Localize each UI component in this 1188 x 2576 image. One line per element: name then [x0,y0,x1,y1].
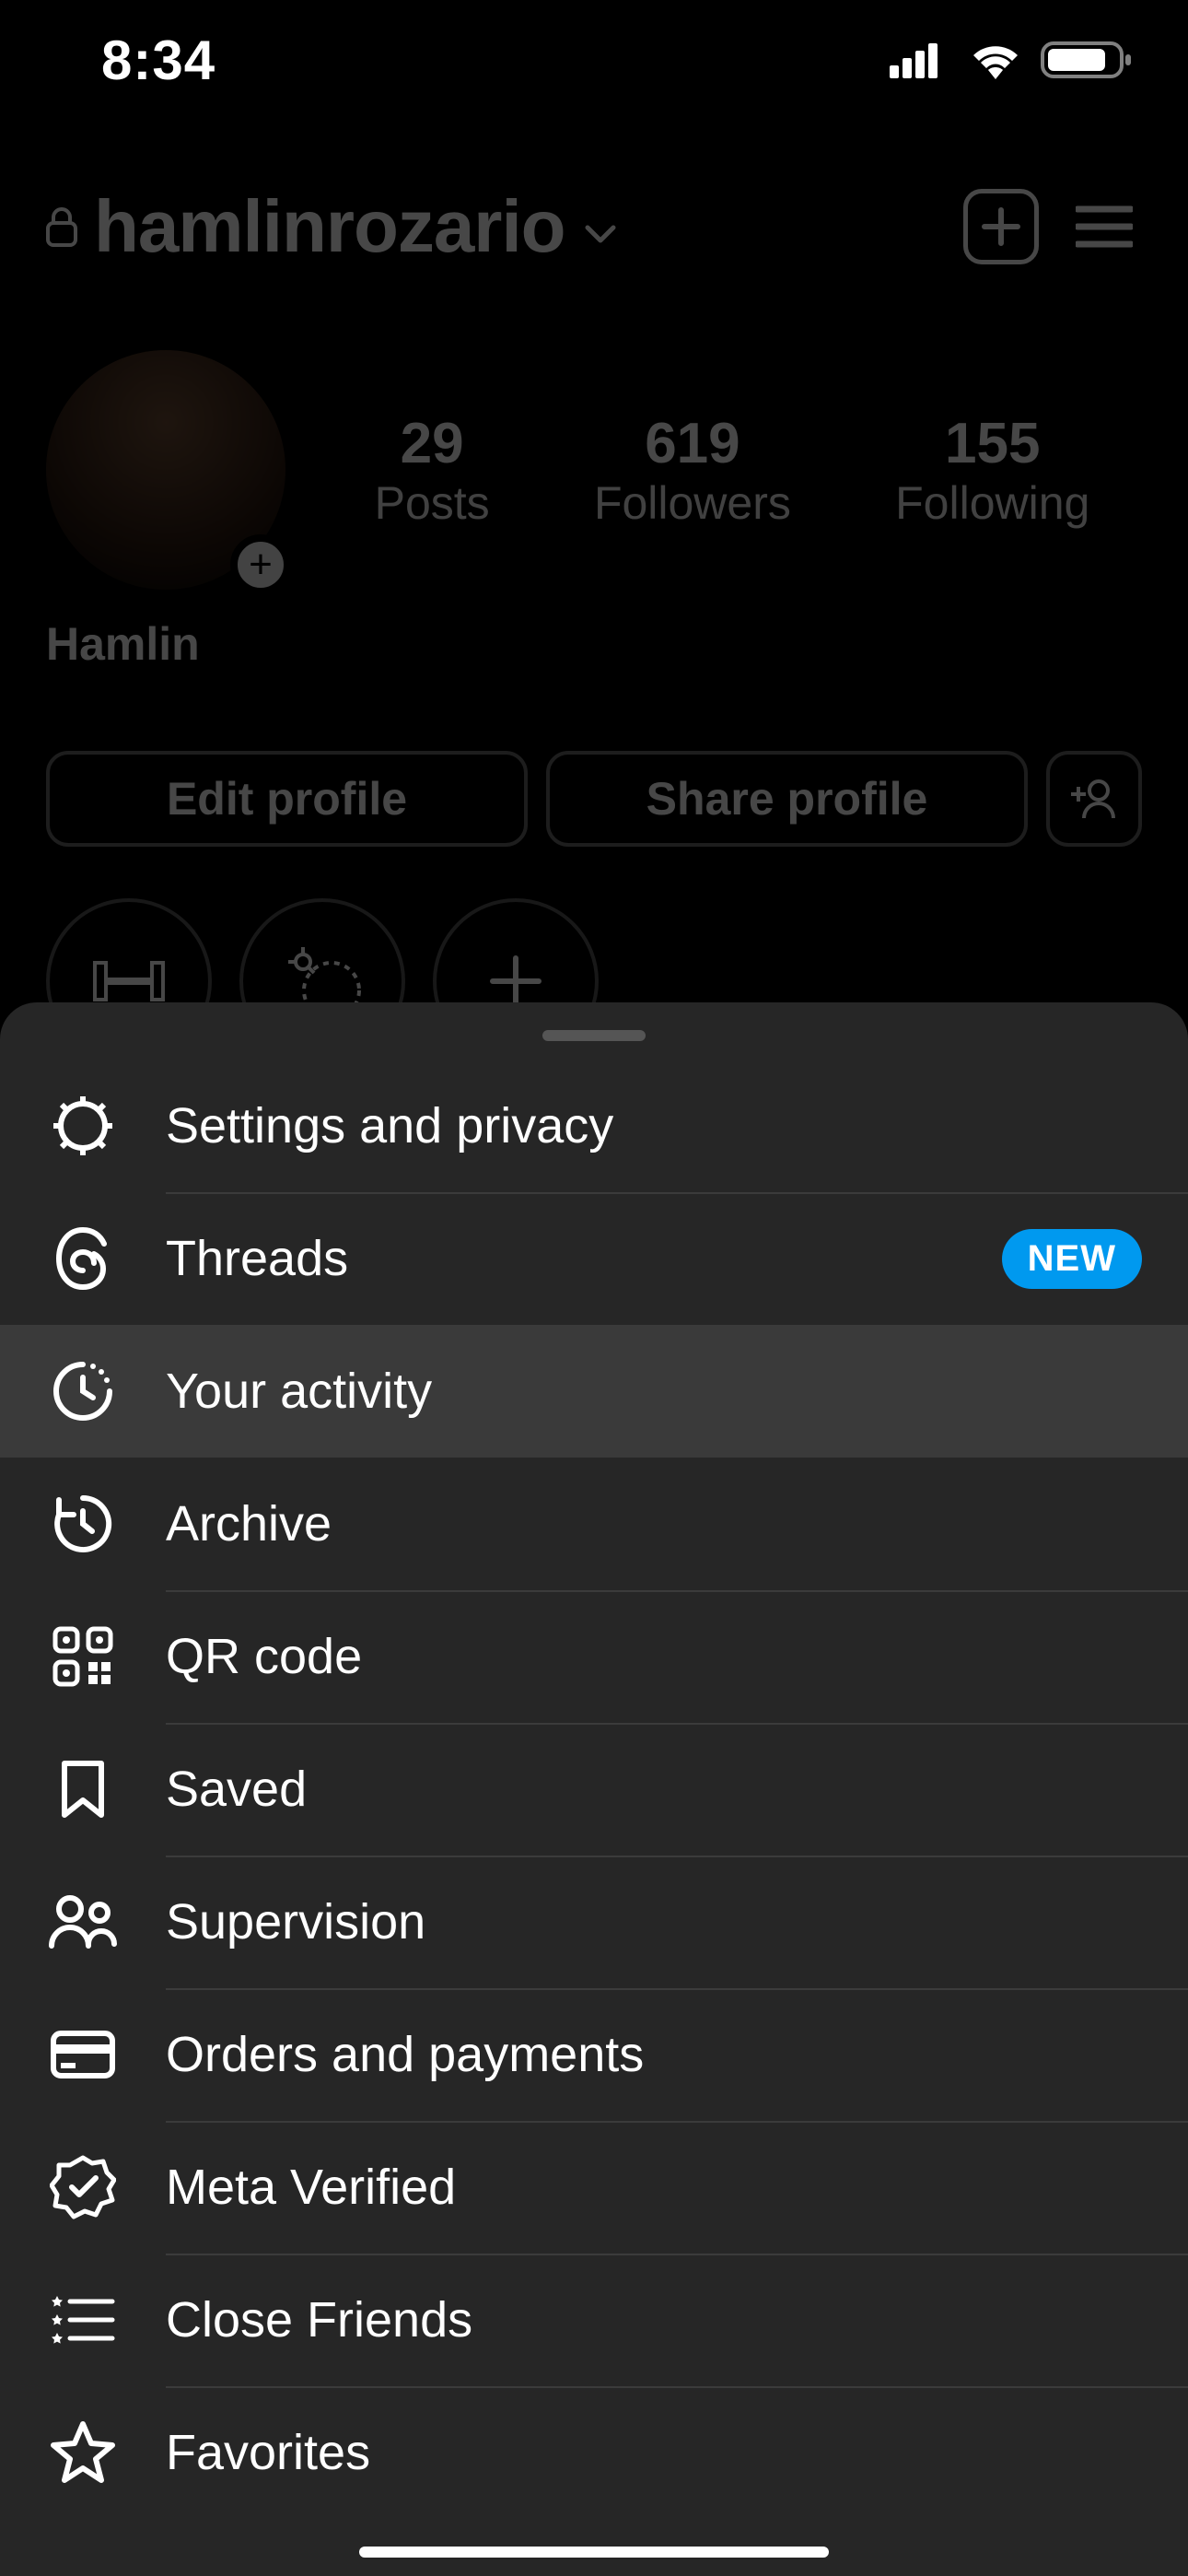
menu-item-label: Saved [166,1761,307,1818]
following-label: Following [895,476,1089,530]
create-button[interactable] [963,189,1039,264]
activity-icon [46,1354,120,1428]
supervision-icon [46,1885,120,1959]
edit-profile-button[interactable]: Edit profile [46,751,528,847]
display-name: Hamlin [46,617,200,671]
menu-item-close-friends[interactable]: Close Friends [0,2254,1188,2386]
posts-count: 29 [375,411,490,476]
profile-stats: + 29 Posts 619 Followers 155 Following [0,350,1188,590]
profile-actions: Edit profile Share profile [46,751,1142,847]
menu-item-label: Meta Verified [166,2159,456,2216]
qr-icon [46,1620,120,1693]
profile-header: hamlinrozario [0,184,1188,269]
threads-icon [46,1222,120,1295]
menu-item-label: Close Friends [166,2291,472,2348]
menu-item-your-activity[interactable]: Your activity [0,1325,1188,1458]
star-icon [46,2416,120,2489]
menu-item-meta-verified[interactable]: Meta Verified [0,2121,1188,2254]
menu-item-label: Favorites [166,2424,370,2481]
menu-item-label: Archive [166,1495,332,1552]
dumbbell-icon [87,954,170,1009]
followers-label: Followers [594,476,791,530]
lock-icon [46,206,77,247]
menu-item-saved[interactable]: Saved [0,1723,1188,1856]
add-story-plus-icon[interactable]: + [230,534,291,595]
gear-icon [46,1089,120,1163]
menu-item-favorites[interactable]: Favorites [0,2386,1188,2519]
menu-list: Settings and privacy Threads NEW Your ac… [0,1060,1188,2519]
followers-count: 619 [594,411,791,476]
share-profile-button[interactable]: Share profile [546,751,1028,847]
menu-button[interactable] [1066,189,1142,264]
menu-item-label: Orders and payments [166,2026,644,2083]
close-friends-icon [46,2283,120,2357]
posts-stat[interactable]: 29 Posts [375,411,490,530]
menu-sheet: Settings and privacy Threads NEW Your ac… [0,1002,1188,2576]
following-stat[interactable]: 155 Following [895,411,1089,530]
archive-icon [46,1487,120,1561]
menu-item-threads[interactable]: Threads NEW [0,1192,1188,1325]
card-icon [46,2018,120,2091]
username-switcher[interactable]: hamlinrozario [94,184,565,269]
sheet-grabber[interactable] [542,1030,646,1041]
plus-icon [981,206,1021,247]
chevron-down-icon [582,215,619,252]
menu-item-label: Threads [166,1230,348,1287]
avatar[interactable]: + [46,350,285,590]
verified-icon [46,2150,120,2224]
menu-item-supervision[interactable]: Supervision [0,1856,1188,1988]
menu-item-archive[interactable]: Archive [0,1458,1188,1590]
menu-item-settings[interactable]: Settings and privacy [0,1060,1188,1192]
home-indicator[interactable] [359,2547,829,2558]
following-count: 155 [895,411,1089,476]
menu-item-label: QR code [166,1628,362,1685]
discover-people-button[interactable] [1046,751,1142,847]
menu-item-label: Supervision [166,1893,425,1950]
hamburger-icon [1076,204,1133,250]
new-badge: NEW [1002,1229,1142,1289]
bookmark-icon [46,1752,120,1826]
menu-item-label: Settings and privacy [166,1097,613,1154]
menu-item-qr[interactable]: QR code [0,1590,1188,1723]
add-person-icon [1071,776,1117,822]
posts-label: Posts [375,476,490,530]
followers-stat[interactable]: 619 Followers [594,411,791,530]
menu-item-orders[interactable]: Orders and payments [0,1988,1188,2121]
menu-item-label: Your activity [166,1363,432,1420]
